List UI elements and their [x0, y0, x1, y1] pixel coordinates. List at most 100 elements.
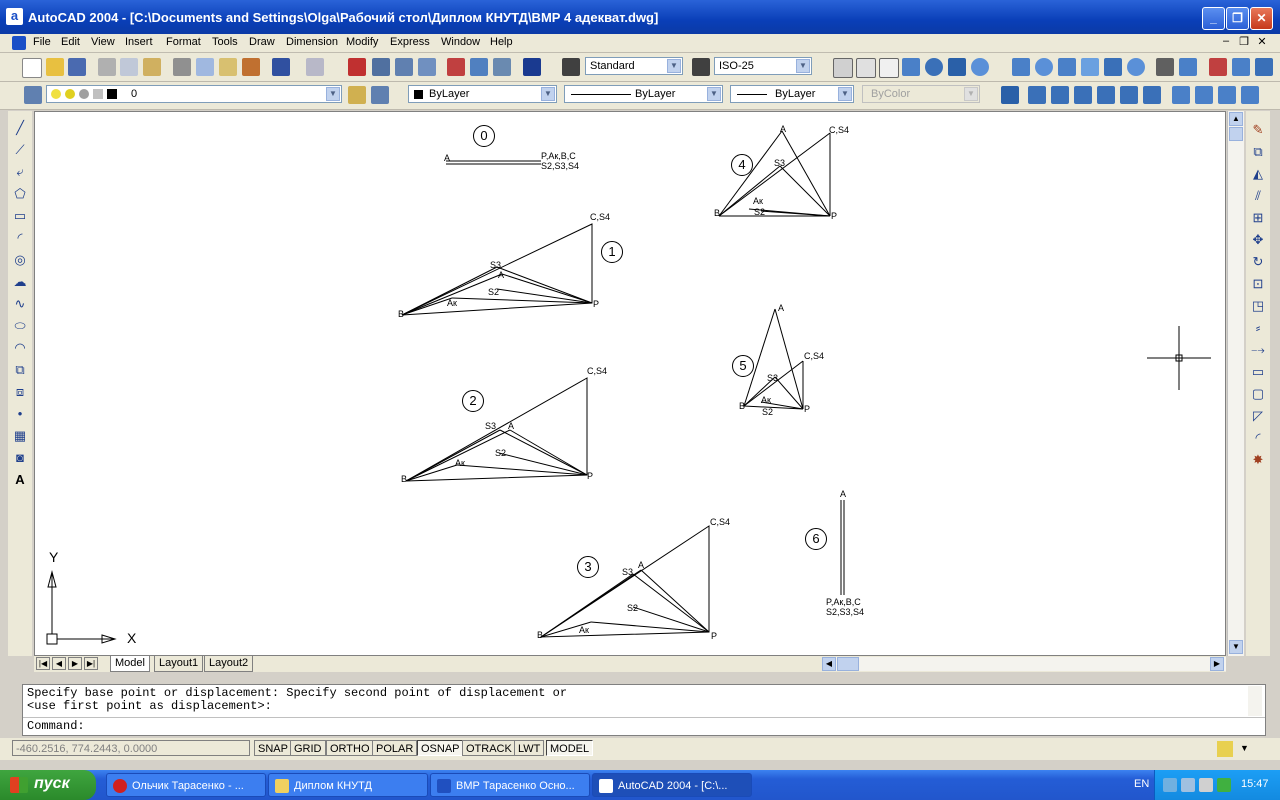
construction-line-icon[interactable]: ⟋ [11, 141, 29, 159]
multiline-text-icon[interactable]: A [11, 471, 29, 489]
status-menu-chevron-icon[interactable]: ▼ [1240, 743, 1249, 753]
lwt-toggle[interactable]: LWT [514, 740, 545, 756]
point-icon[interactable]: • [11, 405, 29, 423]
section-icon[interactable] [1232, 58, 1250, 76]
fillet-icon[interactable]: ◜ [1249, 429, 1267, 447]
revision-cloud-icon[interactable]: ☁ [11, 273, 29, 291]
grid-toggle[interactable]: GRID [290, 740, 326, 756]
array-icon[interactable]: ⊞ [1249, 209, 1267, 227]
language-indicator[interactable]: EN [1134, 778, 1149, 790]
print-preview-icon[interactable] [120, 58, 138, 76]
back-view-icon[interactable] [1143, 86, 1161, 104]
3d-wireframe-icon[interactable] [856, 58, 876, 78]
last-tab-icon[interactable]: ▶| [84, 657, 98, 670]
mirror-icon[interactable]: ◭ [1249, 165, 1267, 183]
explode-icon[interactable]: ✸ [1249, 451, 1267, 469]
drawing-canvas[interactable]: 0 A P,Aк,B,C S2,S3,S4 1 C,S4 S3 A S2 Aк … [34, 111, 1226, 656]
menu-format[interactable]: Format [163, 35, 204, 49]
tool-palettes-icon[interactable] [493, 58, 511, 76]
cylinder-icon[interactable] [1058, 58, 1076, 76]
2d-wireframe-icon[interactable] [833, 58, 853, 78]
scroll-up-icon[interactable]: ▲ [1229, 112, 1243, 126]
menu-help[interactable]: Help [487, 35, 516, 49]
command-scrollbar[interactable] [1248, 686, 1262, 716]
sw-iso-view-icon[interactable] [1172, 86, 1190, 104]
make-block-icon[interactable]: ⧈ [11, 383, 29, 401]
right-view-icon[interactable] [1097, 86, 1115, 104]
save-icon[interactable] [68, 58, 86, 76]
dim-style-select[interactable]: ISO-25 ▼ [714, 57, 812, 75]
zoom-window-icon[interactable] [395, 58, 413, 76]
rotate-icon[interactable]: ↻ [1249, 253, 1267, 271]
color-select[interactable]: ByLayer ▼ [408, 85, 557, 103]
cut-icon[interactable] [173, 58, 191, 76]
start-button[interactable]: пуск [0, 770, 96, 800]
antivirus-icon[interactable] [1217, 778, 1231, 792]
menu-view[interactable]: View [88, 35, 118, 49]
named-views-icon[interactable] [1001, 86, 1019, 104]
h-scroll-thumb[interactable] [837, 657, 859, 671]
text-style-icon[interactable] [562, 58, 580, 76]
front-view-icon[interactable] [1120, 86, 1138, 104]
flat-edges-icon[interactable] [948, 58, 966, 76]
snap-toggle[interactable]: SNAP [254, 740, 292, 756]
scroll-down-icon[interactable]: ▼ [1229, 640, 1243, 654]
command-window[interactable]: Specify base point or displacement: Spec… [22, 684, 1266, 736]
hatch-icon[interactable]: ▦ [11, 427, 29, 445]
doc-minimize-button[interactable]: – [1218, 35, 1234, 49]
menu-file[interactable]: File [30, 35, 54, 49]
text-style-select[interactable]: Standard ▼ [585, 57, 683, 75]
menu-insert[interactable]: Insert [122, 35, 156, 49]
menu-dimension[interactable]: Dimension [283, 35, 341, 49]
sphere-icon[interactable] [1035, 58, 1053, 76]
menu-draw[interactable]: Draw [246, 35, 278, 49]
flat-shaded-icon[interactable] [902, 58, 920, 76]
menu-tools[interactable]: Tools [209, 35, 241, 49]
zoom-previous-icon[interactable] [418, 58, 436, 76]
print-icon[interactable] [98, 58, 116, 76]
doc-close-button[interactable]: ✕ [1254, 35, 1270, 49]
taskbar-item-document[interactable]: ВМР Тарасенко Осно... [430, 773, 590, 797]
osnap-toggle[interactable]: OSNAP [417, 740, 464, 756]
document-icon[interactable] [12, 36, 26, 50]
redo-icon[interactable] [306, 58, 324, 76]
spline-icon[interactable]: ∿ [11, 295, 29, 313]
help-icon[interactable] [523, 58, 541, 76]
scroll-right-icon[interactable]: ▶ [1210, 657, 1224, 671]
doc-restore-button[interactable]: ❐ [1236, 35, 1252, 49]
menu-express[interactable]: Express [387, 35, 433, 49]
copy-object-icon[interactable]: ⧉ [1249, 143, 1267, 161]
layer-select[interactable]: 0 ▼ [46, 85, 342, 103]
zoom-realtime-icon[interactable] [372, 58, 390, 76]
paste-icon[interactable] [219, 58, 237, 76]
menu-window[interactable]: Window [438, 35, 483, 49]
new-icon[interactable] [22, 58, 42, 78]
region-icon[interactable]: ◙ [11, 449, 29, 467]
layer-previous-icon[interactable] [371, 86, 389, 104]
lineweight-select[interactable]: ByLayer ▼ [730, 85, 854, 103]
scale-icon[interactable]: ⊡ [1249, 275, 1267, 293]
interfere-icon[interactable] [1255, 58, 1273, 76]
coordinates-display[interactable]: -460.2516, 774.2443, 0.0000 [12, 740, 250, 756]
make-object-layer-current-icon[interactable] [348, 86, 366, 104]
taskbar-item-autocad[interactable]: AutoCAD 2004 - [C:\... [592, 773, 752, 797]
torus-icon[interactable] [1127, 58, 1145, 76]
vertical-scrollbar[interactable]: ▲ ▼ [1227, 111, 1244, 656]
move-icon[interactable]: ✥ [1249, 231, 1267, 249]
polar-toggle[interactable]: POLAR [372, 740, 418, 756]
se-iso-view-icon[interactable] [1195, 86, 1213, 104]
command-prompt[interactable]: Command: [27, 719, 85, 733]
autocad-app-icon[interactable]: a [6, 8, 23, 25]
nw-iso-view-icon[interactable] [1241, 86, 1259, 104]
publish-icon[interactable] [143, 58, 161, 76]
bottom-view-icon[interactable] [1051, 86, 1069, 104]
undo-icon[interactable] [272, 58, 290, 76]
taskbar-item-folder[interactable]: Диплом КНУТД [268, 773, 428, 797]
polyline-icon[interactable]: ⤶ [11, 163, 29, 181]
network-icon[interactable] [1163, 778, 1177, 792]
arc-icon[interactable]: ◜ [11, 229, 29, 247]
extrude-icon[interactable] [1156, 58, 1174, 76]
layer-manager-icon[interactable] [24, 86, 42, 104]
chamfer-icon[interactable]: ◸ [1249, 407, 1267, 425]
restore-button[interactable]: ❐ [1226, 7, 1249, 30]
